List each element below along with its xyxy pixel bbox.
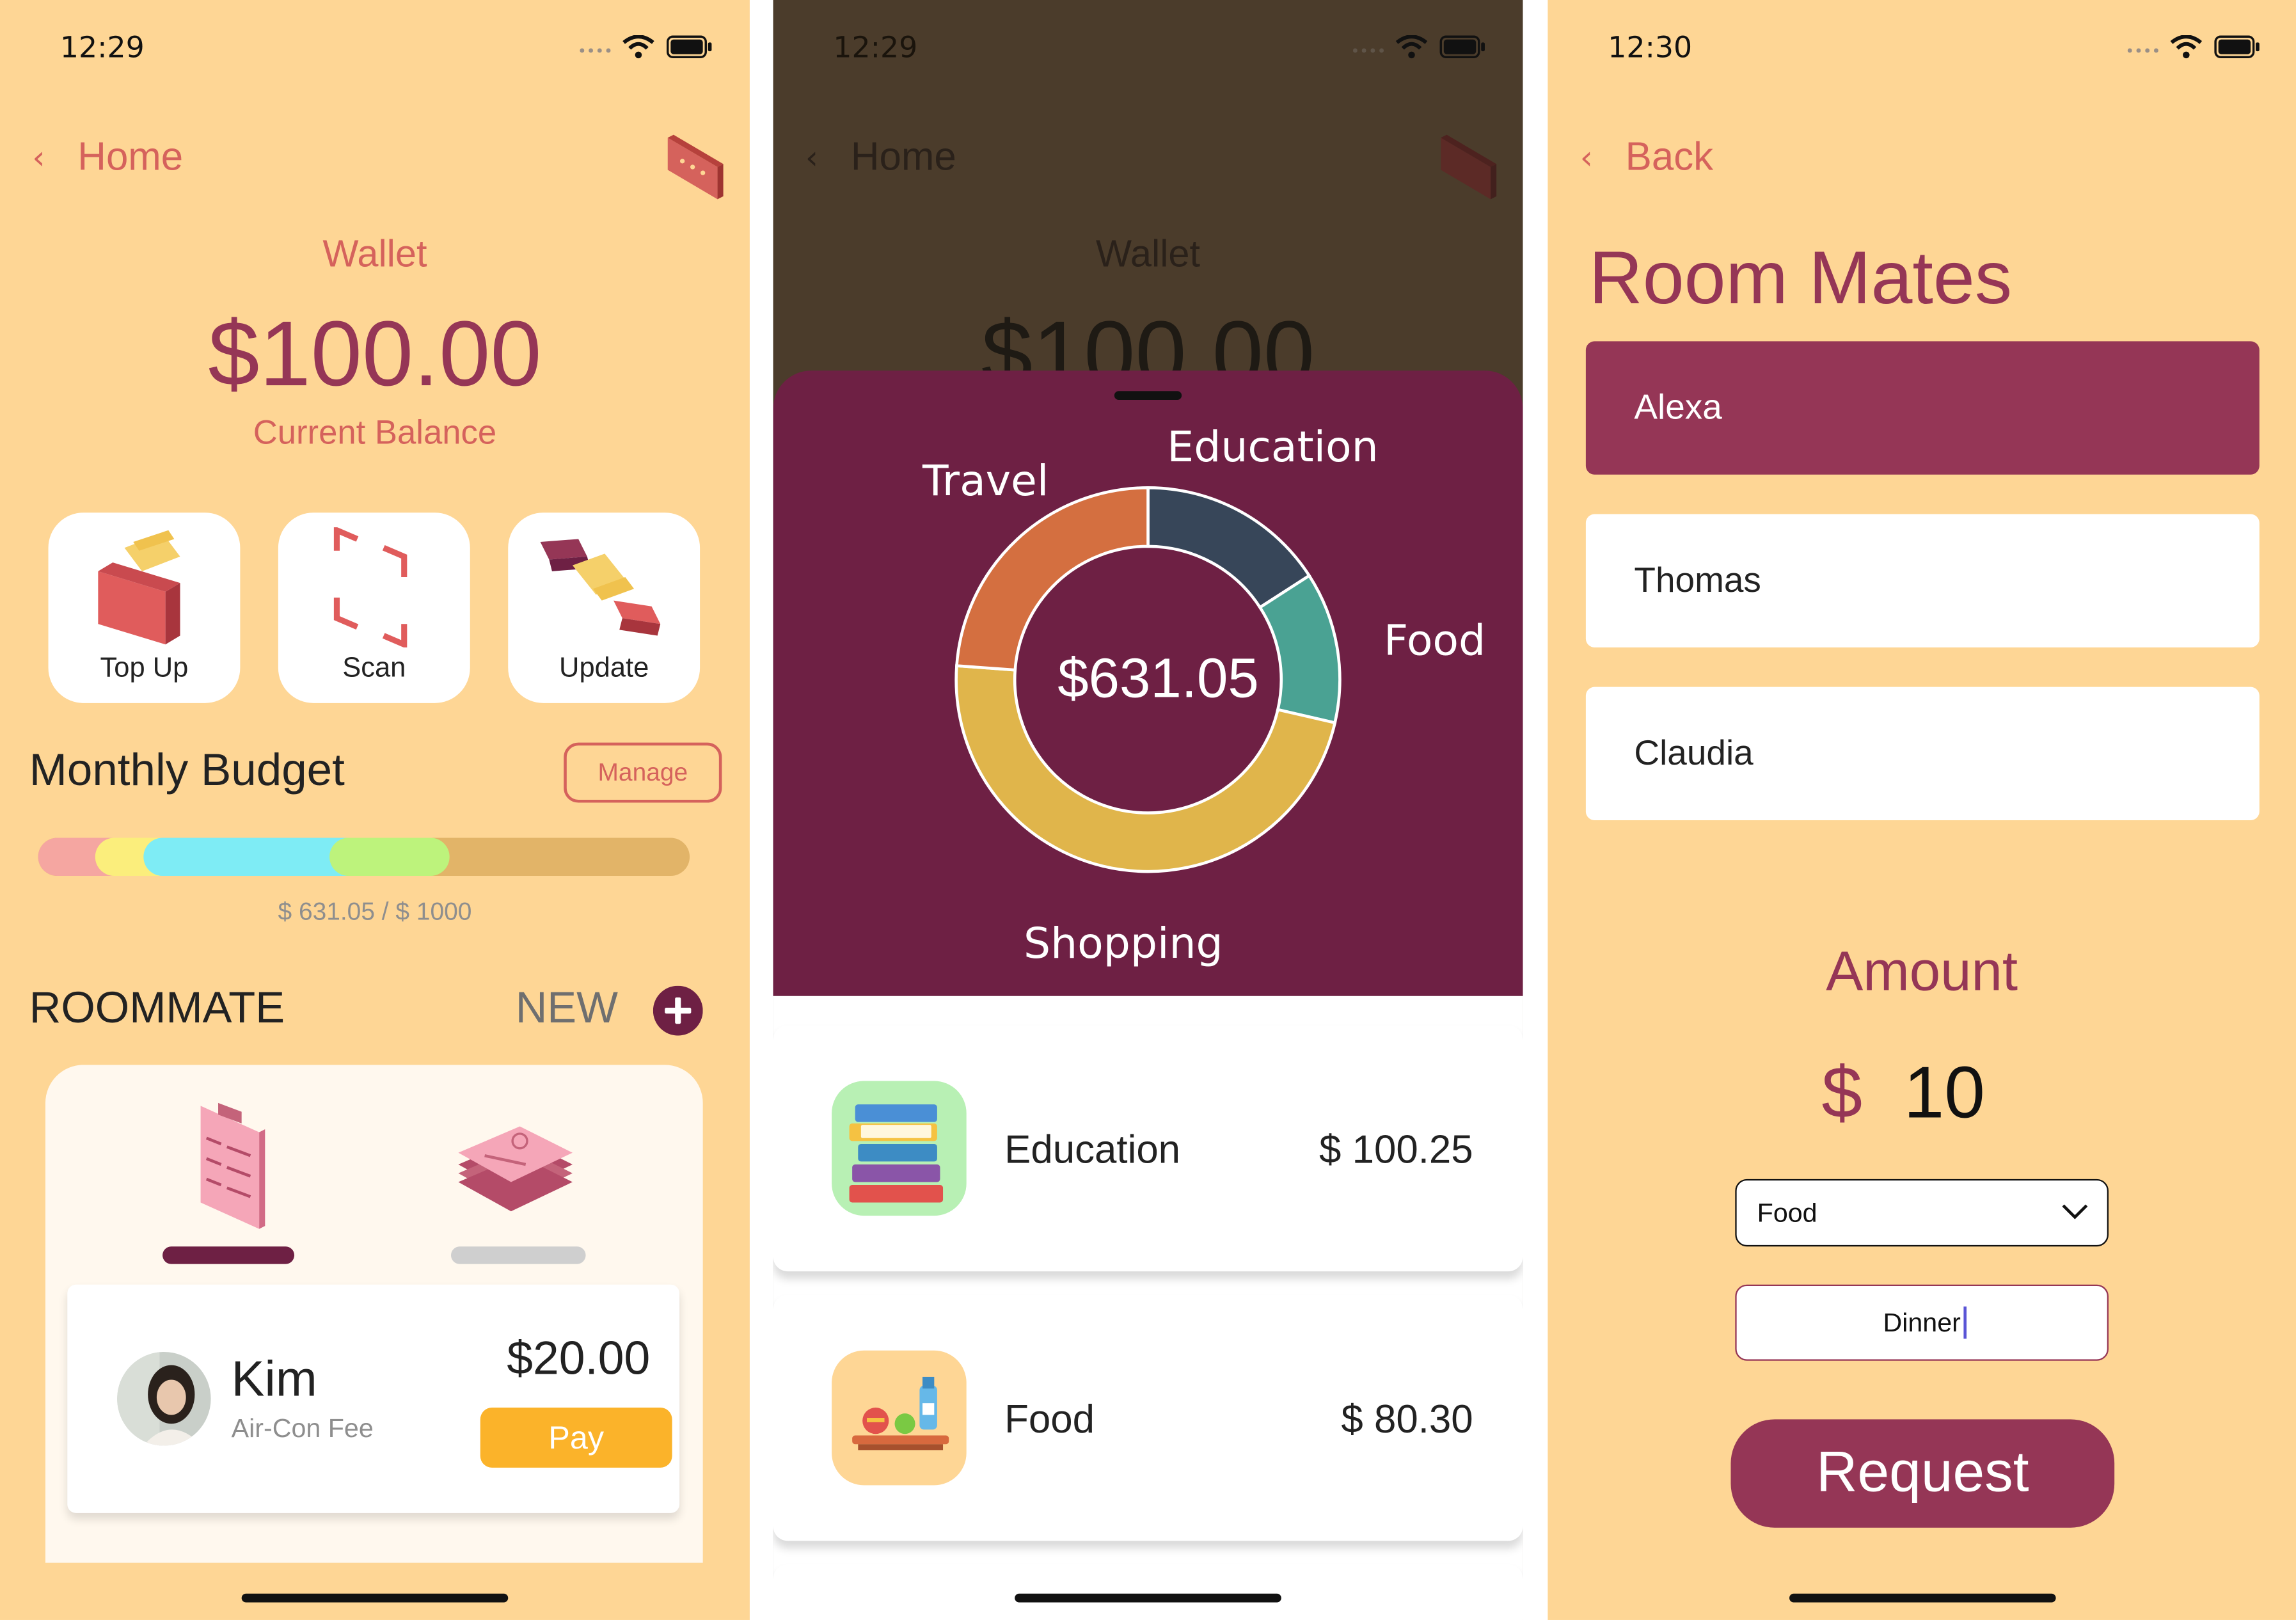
request-screen: 12:30 ‹ Back Room Mates Alexa Thomas Cla… xyxy=(1548,0,2296,1620)
chart-label-shopping: Shopping xyxy=(1023,918,1223,969)
top-up-button[interactable]: Top Up xyxy=(48,512,241,703)
wallet-icon xyxy=(98,530,180,645)
text-cursor xyxy=(1963,1306,1967,1339)
request-button[interactable]: Request xyxy=(1730,1419,2115,1528)
back-chevron-icon[interactable]: ‹ xyxy=(1580,141,1593,177)
category-select[interactable]: Food xyxy=(1735,1179,2109,1247)
spending-sheet: $631.05 Education Food Shopping Travel xyxy=(773,370,1523,996)
mate-item-claudia[interactable]: Claudia xyxy=(1585,687,2260,821)
wifi-icon xyxy=(2170,35,2203,59)
chart-label-food: Food xyxy=(1384,615,1486,665)
mate-name: Claudia xyxy=(1634,733,1754,774)
scan-label: Scan xyxy=(342,653,406,685)
chart-label-education: Education xyxy=(1167,422,1379,472)
category-name: Food xyxy=(1004,1397,1095,1441)
chevron-down-icon xyxy=(2062,1204,2088,1219)
category-row-partial[interactable] xyxy=(773,1564,1523,1620)
top-up-label: Top Up xyxy=(100,653,189,685)
amount-input[interactable]: 10 xyxy=(1904,1050,1985,1135)
note-input-value: Dinner xyxy=(1883,1308,1961,1338)
page-title: Room Mates xyxy=(1588,235,2013,320)
budget-progress-bar xyxy=(38,838,690,877)
tab-indicator-inactive[interactable] xyxy=(450,1246,586,1264)
mate-name: Thomas xyxy=(1634,560,1761,601)
currency-symbol: $ xyxy=(1821,1051,1863,1134)
amount-label: Amount xyxy=(1826,942,2018,1004)
category-row-food[interactable]: Food $ 80.30 xyxy=(773,1294,1523,1541)
home-indicator[interactable] xyxy=(1015,1593,1281,1603)
category-amount: $ 100.25 xyxy=(1319,1127,1473,1172)
mate-item-alexa[interactable]: Alexa xyxy=(1585,341,2260,475)
cards-icon xyxy=(1441,134,1497,200)
add-circle-icon[interactable] xyxy=(653,985,703,1036)
food-tray-icon xyxy=(832,1350,967,1486)
signal-icon xyxy=(580,48,615,54)
battery-icon xyxy=(667,35,712,58)
books-icon xyxy=(832,1081,967,1216)
status-time: 12:29 xyxy=(59,29,145,65)
category-name: Education xyxy=(1004,1127,1181,1172)
new-label[interactable]: NEW xyxy=(516,984,618,1034)
wallet-title: Wallet xyxy=(322,231,427,276)
roommate-name: Kim xyxy=(231,1352,317,1408)
transfer-icon xyxy=(540,539,661,636)
budget-title: Monthly Budget xyxy=(29,743,345,796)
status-time: 12:29 xyxy=(833,29,918,65)
home-back-link: Home xyxy=(850,134,956,179)
status-time: 12:30 xyxy=(1608,29,1693,65)
chart-label-travel: Travel xyxy=(922,455,1049,505)
request-amount: $20.00 xyxy=(507,1331,651,1385)
avatar xyxy=(117,1352,211,1446)
budget-caption: $ 631.05 / $ 1000 xyxy=(278,898,472,926)
cards-icon[interactable] xyxy=(662,132,724,205)
wifi-icon xyxy=(1395,35,1428,59)
signal-icon xyxy=(1352,48,1388,54)
receipts-icon[interactable] xyxy=(452,1120,578,1220)
request-description: Air-Con Fee xyxy=(231,1413,374,1443)
home-indicator[interactable] xyxy=(1789,1593,2056,1603)
category-list: Education $ 100.25 Food $ 80.30 xyxy=(773,996,1523,1620)
scan-button[interactable]: Scan xyxy=(278,512,470,703)
mate-item-thomas[interactable]: Thomas xyxy=(1585,514,2260,647)
update-label: Update xyxy=(559,653,649,685)
category-amount: $ 80.30 xyxy=(1341,1397,1473,1441)
payment-request-card: Kim Air-Con Fee $20.00 Pay xyxy=(67,1284,680,1513)
manage-button[interactable]: Manage xyxy=(564,742,722,803)
donut-slice-education[interactable] xyxy=(1146,486,1311,610)
signal-icon xyxy=(2127,48,2163,54)
battery-icon xyxy=(1439,35,1485,58)
update-button[interactable]: Update xyxy=(508,512,701,703)
battery-icon xyxy=(2214,35,2260,58)
budget-segment-green xyxy=(329,838,450,877)
bill-list-icon[interactable] xyxy=(192,1097,274,1232)
back-link[interactable]: Back xyxy=(1626,135,1713,180)
back-chevron-icon: ‹ xyxy=(805,140,819,178)
category-select-value: Food xyxy=(1757,1198,1817,1228)
note-input[interactable]: Dinner xyxy=(1735,1284,2109,1361)
mate-name: Alexa xyxy=(1634,388,1722,428)
category-row-education[interactable]: Education $ 100.25 xyxy=(773,1025,1523,1272)
spending-screen: 12:29 ‹ Home Wallet $100.00 $631.05 Educ… xyxy=(773,0,1523,1620)
roommate-heading: ROOMMATE xyxy=(29,984,285,1033)
pay-button[interactable]: Pay xyxy=(480,1408,672,1468)
wallet-title: Wallet xyxy=(1095,231,1201,276)
back-chevron-icon[interactable]: ‹ xyxy=(32,141,45,177)
home-indicator[interactable] xyxy=(241,1593,509,1603)
balance-caption: Current Balance xyxy=(253,413,497,452)
home-back-link[interactable]: Home xyxy=(77,135,183,180)
balance-amount: $100.00 xyxy=(208,303,542,406)
donut-slice-travel[interactable] xyxy=(954,486,1150,672)
scan-frame-icon xyxy=(333,527,408,647)
wallet-screen: 12:29 ‹ Home Wallet $100.00 Current Bala… xyxy=(0,0,750,1620)
wifi-icon xyxy=(622,35,654,59)
tab-indicator-active[interactable] xyxy=(162,1246,295,1264)
